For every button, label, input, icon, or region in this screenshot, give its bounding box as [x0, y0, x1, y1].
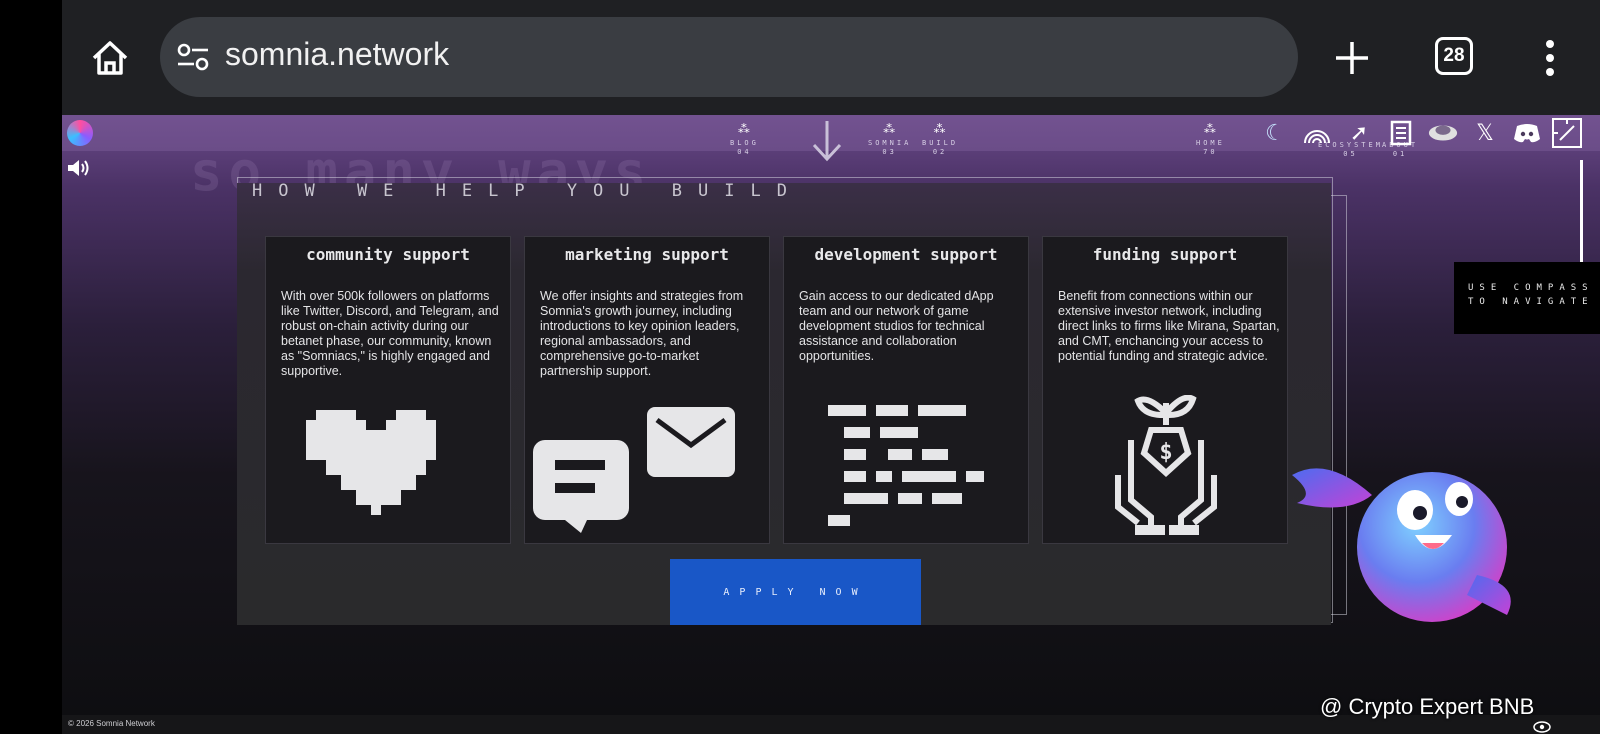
money-hands-icon: $ — [1043, 394, 1287, 535]
new-tab-button[interactable] — [1330, 36, 1374, 80]
nav-home-num: 70 — [1203, 148, 1218, 156]
compass-hint-line-2: TO NAVIGATE — [1468, 297, 1594, 307]
ship-icon[interactable] — [1427, 117, 1459, 149]
discord-icon[interactable] — [1511, 117, 1543, 149]
chat-mail-icon — [525, 395, 769, 535]
card-title: funding support — [1092, 245, 1238, 264]
nav-somnia-label: SOMNIA — [868, 139, 912, 147]
card-body: Gain access to our dedicated dApp team a… — [799, 289, 994, 363]
card-title: development support — [814, 245, 998, 264]
rainbow-icon[interactable] — [1301, 117, 1333, 149]
section-title: HOW WE HELP YOU BUILD — [252, 181, 803, 201]
nav-blog-label: BLOG — [730, 139, 759, 147]
heart-icon — [266, 395, 510, 535]
card-funding-support: funding support Benefit from connections… — [1042, 236, 1288, 544]
nav-ecosystem-num: 05 — [1343, 150, 1358, 158]
card-title: marketing support — [565, 245, 729, 264]
svg-text:$: $ — [1159, 440, 1172, 465]
nav-build[interactable]: ⁂ BUILD 02 — [922, 122, 959, 157]
compass-down-arrow[interactable] — [810, 119, 844, 167]
card-body: We offer insights and strategies from So… — [540, 289, 744, 378]
nav-blog-num: 04 — [737, 148, 752, 156]
kebab-menu-icon — [1546, 40, 1554, 76]
nav-somnia[interactable]: ⁂ SOMNIA 03 — [868, 122, 912, 157]
eye-icon[interactable] — [1533, 718, 1551, 733]
sound-toggle[interactable] — [66, 157, 92, 179]
nav-build-num: 02 — [932, 148, 948, 156]
nav-blog[interactable]: ⁂ BLOG 04 — [730, 122, 759, 157]
arrow-down-icon — [812, 121, 842, 162]
footer-copyright: © 2026 Somnia Network — [68, 719, 155, 728]
pixel-star-icon: ⁂ — [883, 122, 897, 136]
home-icon — [92, 41, 128, 75]
social-links: ☾ ➚ 𝕏 — [1259, 116, 1543, 150]
browser-menu-button[interactable] — [1540, 38, 1560, 78]
home-button[interactable] — [88, 36, 132, 80]
nav-somnia-num: 03 — [882, 148, 897, 156]
watermark-text: @ Crypto Expert BNB — [1320, 694, 1535, 719]
apply-now-button[interactable]: APPLY NOW — [670, 559, 921, 625]
compass-hint-line — [1580, 160, 1583, 270]
url-text[interactable]: somnia.network — [225, 36, 449, 73]
nav-home-label: HOME — [1196, 139, 1225, 147]
compass-icon[interactable] — [1552, 118, 1582, 148]
tab-count: 28 — [1443, 45, 1465, 66]
arrow-icon[interactable]: ➚ — [1343, 117, 1375, 149]
moon-icon[interactable]: ☾ — [1259, 117, 1291, 149]
plus-icon — [1336, 42, 1368, 74]
scroll-icon[interactable] — [1385, 117, 1417, 149]
card-development-support: development support Gain access to our d… — [783, 236, 1029, 544]
tab-switcher-button[interactable]: 28 — [1435, 37, 1473, 75]
speaker-icon — [68, 160, 89, 176]
card-body: Benefit from connections within our exte… — [1058, 289, 1280, 363]
code-icon — [784, 395, 1028, 535]
site-settings-button[interactable] — [176, 42, 210, 72]
pixel-star-icon: ⁂ — [737, 122, 751, 136]
card-body: With over 500k followers on platforms li… — [281, 289, 499, 378]
nav-home[interactable]: ⁂ HOME 70 — [1196, 122, 1225, 157]
somnia-logo[interactable] — [67, 120, 93, 146]
left-black-bar — [0, 0, 62, 734]
pixel-star-icon: ⁂ — [933, 122, 947, 136]
card-title: community support — [306, 245, 470, 264]
compass-hint-line-1: USE COMPASS — [1468, 283, 1594, 293]
nav-build-label: BUILD — [922, 139, 959, 147]
nav-about-num: 01 — [1392, 150, 1408, 158]
x-icon[interactable]: 𝕏 — [1469, 117, 1501, 149]
compass-hint-box: USE COMPASS TO NAVIGATE — [1454, 262, 1600, 334]
tune-icon — [177, 43, 209, 71]
pixel-star-icon: ⁂ — [1203, 122, 1217, 136]
mascot-character — [1287, 455, 1532, 625]
card-community-support: community support With over 500k followe… — [265, 236, 511, 544]
card-marketing-support: marketing support We offer insights and … — [524, 236, 770, 544]
